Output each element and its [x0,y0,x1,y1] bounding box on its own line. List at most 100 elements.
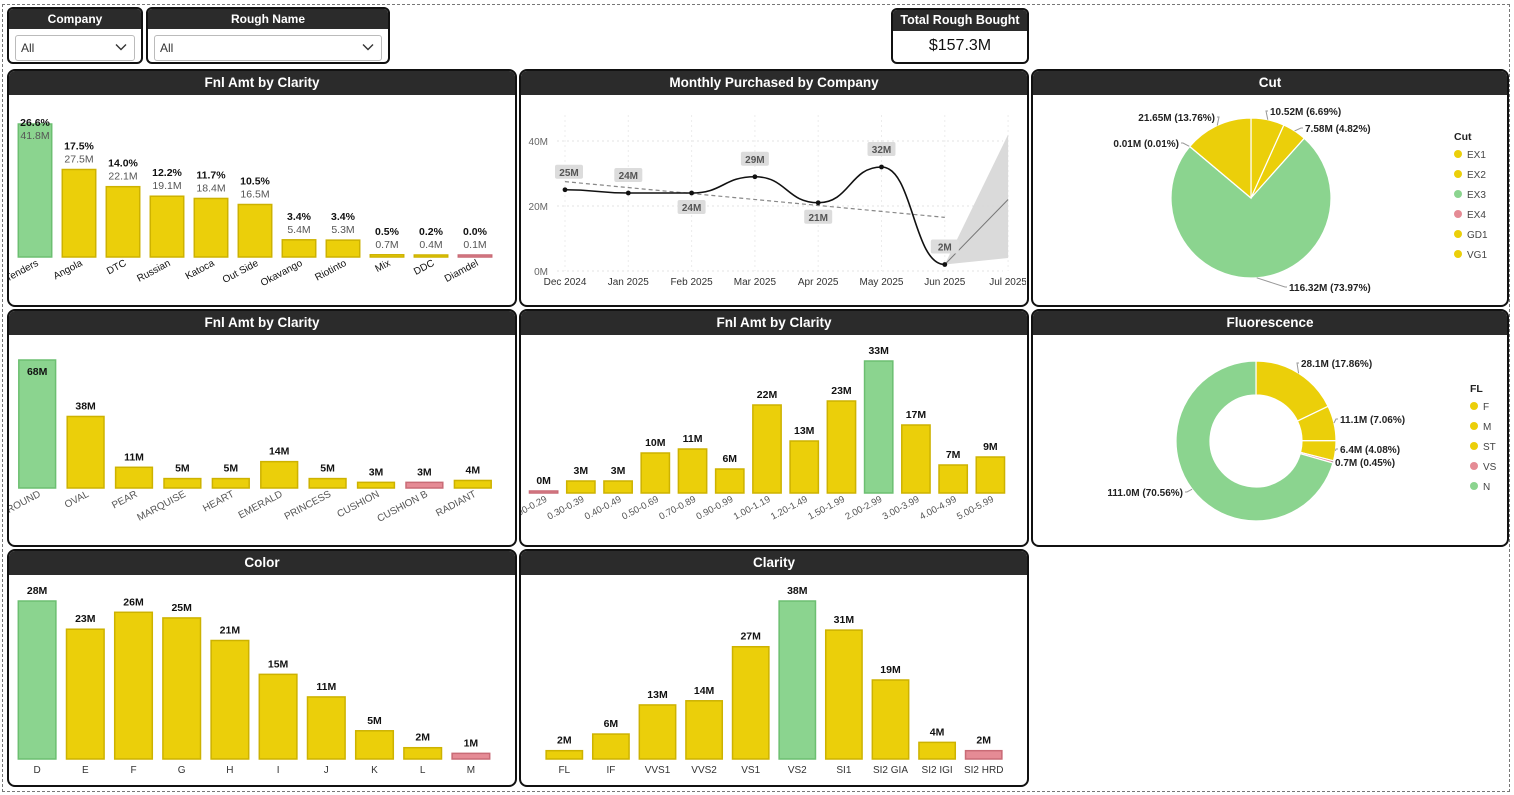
data-label: 5M [320,463,335,475]
cut-pie-chart: 10.52M (6.69%) 7.58M (4.82%) 116.32M (73.9… [1113,107,1488,294]
data-label: 6M [722,453,737,465]
category-label: 1.00-1.19 [732,494,773,523]
bar [354,730,395,760]
category-label: DTC [105,258,128,277]
company-slicer-label: Company [9,9,141,29]
category-label: 0.30-0.39 [546,494,587,523]
bar [211,477,250,489]
slice-label: 21.65M (13.76%) [1138,113,1215,124]
category-label: CUSHION B [376,489,431,525]
data-label: 7M [946,449,961,461]
clarity-panel: Clarity 2M FL 6M IF 13M VVS1 14M VVS2 27M VS1 38M V… [519,549,1029,787]
pct-label: 10.5% [240,176,270,188]
data-label: 16.5M [240,189,269,201]
shape-bar-chart: 68M ROUND 38M OVAL 11M PEAR 5M MARQUISE 5M HEART 1… [9,359,492,525]
y-tick-label: 20M [529,202,548,213]
bar [964,749,1003,760]
data-point [689,190,694,196]
bar [18,359,57,489]
data-label: 5M [224,463,239,475]
data-label: 10M [645,437,666,449]
bar [685,700,724,760]
category-label: 1.50-1.99 [806,494,847,523]
data-label: 22.1M [108,171,137,183]
y-tick-label: 40M [529,137,548,148]
category-label: VVS1 [645,765,671,776]
data-label: 5.3M [331,224,354,236]
category-label: L [420,765,426,776]
pct-label: 17.5% [64,141,94,153]
bar [105,185,141,258]
bar [258,673,298,760]
color-panel: Color 28M D 23M E 26M F 25M G 21M H 15M I 11M J 5M K 2M L… [7,549,517,787]
bar [325,239,361,258]
data-label: 25M [559,168,578,179]
category-label: I [277,765,280,776]
company-slicer[interactable]: Company All [7,7,143,64]
bar [457,254,493,258]
bar [149,195,185,258]
slice-label: 0.01M (0.01%) [1113,139,1179,150]
panel-title: Clarity [521,551,1027,575]
category-label: DDC [412,258,436,278]
rough-name-slicer[interactable]: Rough Name All [146,7,390,64]
slice-label: 10.52M (6.69%) [1270,107,1341,118]
category-label: J [324,765,329,776]
company-dropdown[interactable]: All [15,35,135,61]
data-label: 2M [938,243,952,254]
bar [163,477,202,489]
bar [826,400,857,494]
data-label: 23M [75,613,96,625]
category-label: SI1 [836,765,851,776]
category-label: FL [558,765,570,776]
kpi-label: Total Rough Bought [893,10,1027,31]
data-label: 27.5M [64,154,93,166]
data-point [879,164,884,170]
data-label: 0M [536,475,551,487]
bar [640,452,671,494]
category-label: F [130,765,136,776]
bar [638,704,677,760]
bar [61,168,97,258]
fluorescence-panel: Fluorescence 28.1M (17.86%) 11.1M (7.06%)… [1031,309,1509,547]
slice-label: 11.1M (7.06%) [1340,415,1405,426]
leader-line [1333,418,1338,424]
panel-title: Color [9,551,515,575]
rough-name-dropdown[interactable]: All [154,35,382,61]
data-label: 28M [27,585,48,597]
category-label: M [467,765,475,776]
data-label: 19M [880,664,901,676]
data-label: 15M [268,658,289,670]
company-clarity-panel: Fnl Amt by Clarity 26.6% 41.8M Tenders 17.5… [7,69,517,307]
data-label: 9M [983,441,998,453]
data-label: 2M [976,735,991,747]
legend-marker [1470,402,1478,410]
pct-label: 0.5% [375,226,400,238]
legend-label: VG1 [1467,250,1487,261]
category-label: Riotinto [313,258,348,284]
data-point [752,174,758,180]
data-label: 3M [369,466,384,478]
category-label: 3.00-3.99 [881,494,922,523]
data-label: 24M [682,203,701,214]
data-label: 25M [171,602,192,614]
data-label: 14M [694,685,715,697]
legend-marker [1454,250,1462,258]
category-label: SI2 HRD [964,765,1003,776]
chevron-down-icon [115,44,127,51]
legend-marker [1454,210,1462,218]
panel-title: Fnl Amt by Clarity [9,71,515,95]
leader-line [1265,110,1269,120]
category-label: 0.70-0.89 [657,494,698,523]
rough-name-slicer-label: Rough Name [148,9,388,29]
leader-line [1256,277,1287,288]
legend-label: EX1 [1467,150,1486,161]
data-label: 11M [124,451,144,463]
bar [603,480,633,494]
data-label: 3M [611,465,626,477]
slice-label: 116.32M (73.97%) [1289,283,1371,294]
pct-label: 12.2% [152,167,182,179]
clarity-bar-chart: 2M FL 6M IF 13M VVS1 14M VVS2 27M VS1 38M VS2 31M SI1… [545,585,1003,776]
bar [938,464,969,494]
category-label: VVS2 [691,765,717,776]
